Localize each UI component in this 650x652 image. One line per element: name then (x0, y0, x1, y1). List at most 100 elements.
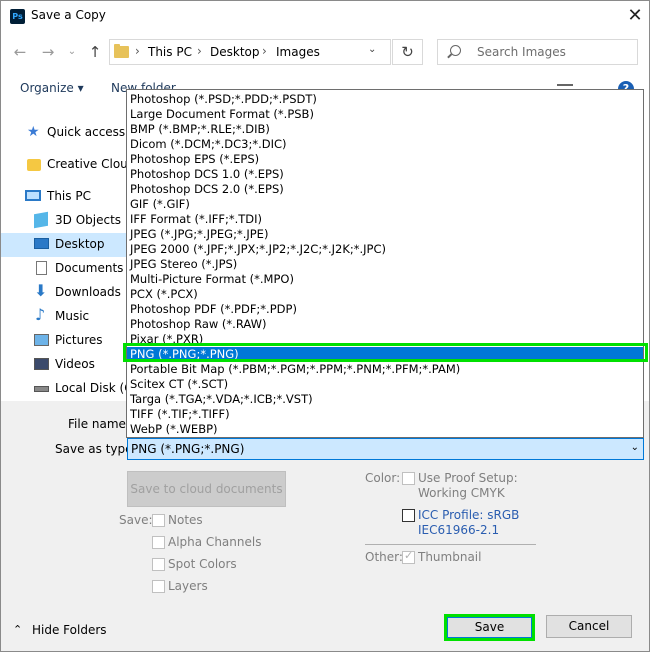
nav-item-3d-objects[interactable]: 3D Objects (1, 209, 126, 233)
search-input[interactable]: Search Images (477, 45, 566, 59)
nav-item-videos[interactable]: Videos (1, 353, 126, 377)
file-type-option[interactable]: BMP (*.BMP;*.RLE;*.DIB) (127, 122, 643, 137)
nav-item-documents[interactable]: Documents (1, 257, 126, 281)
breadcrumb-this-pc[interactable]: This PC (148, 45, 192, 59)
breadcrumb-desktop[interactable]: Desktop (210, 45, 260, 59)
breadcrumb-chevron-icon[interactable]: › (262, 44, 267, 58)
icc-profile-label: ICC Profile: sRGB (418, 508, 520, 522)
file-type-option[interactable]: Large Document Format (*.PSB) (127, 107, 643, 122)
creative-cloud-icon (27, 159, 41, 171)
cancel-button[interactable]: Cancel (546, 615, 632, 638)
nav-item-label: Desktop (55, 237, 105, 251)
hide-folders-button[interactable]: Hide Folders (32, 623, 107, 637)
music-icon: ♪ (35, 305, 46, 324)
nav-item-downloads[interactable]: ⬇ Downloads (1, 281, 126, 305)
spot-colors-label: Spot Colors (168, 557, 237, 571)
nav-item-label: Local Disk (C: (55, 381, 137, 395)
forward-arrow-icon[interactable]: → (39, 43, 57, 61)
window-title: Save a Copy (31, 8, 106, 22)
organize-button[interactable]: Organize ▾ (20, 81, 84, 95)
alpha-channels-checkbox[interactable] (152, 536, 165, 549)
nav-item-label: Downloads (55, 285, 121, 299)
chevron-up-icon[interactable]: ⌃ (13, 623, 22, 636)
photoshop-app-icon: Ps (10, 9, 25, 24)
download-icon: ⬇ (34, 281, 48, 300)
close-icon[interactable]: ✕ (625, 4, 645, 28)
nav-item-music[interactable]: ♪ Music (1, 305, 126, 329)
file-type-option[interactable]: Photoshop (*.PSD;*.PDD;*.PSDT) (127, 92, 643, 107)
back-arrow-icon[interactable]: ← (11, 43, 29, 61)
layers-checkbox[interactable] (152, 580, 165, 593)
file-type-option[interactable]: TIFF (*.TIF;*.TIFF) (127, 407, 643, 422)
use-proof-setup-label: Use Proof Setup: (418, 471, 518, 485)
computer-icon (25, 190, 41, 201)
working-cmyk-label: Working CMYK (418, 486, 505, 500)
icc-profile-value: IEC61966-2.1 (418, 523, 500, 537)
file-type-option[interactable]: Scitex CT (*.SCT) (127, 377, 643, 392)
drive-icon (34, 386, 49, 392)
nav-item-label: Documents (55, 261, 124, 275)
file-type-option[interactable]: GIF (*.GIF) (127, 197, 643, 212)
nav-item-desktop[interactable]: Desktop (1, 233, 126, 257)
cube-icon (34, 211, 48, 229)
breadcrumb-images[interactable]: Images (276, 45, 320, 59)
nav-item-label: 3D Objects (55, 213, 122, 227)
layers-label: Layers (168, 579, 208, 593)
spot-colors-checkbox[interactable] (152, 558, 165, 571)
save-to-cloud-button[interactable]: Save to cloud documents (127, 471, 286, 507)
up-arrow-icon[interactable]: ↑ (86, 43, 104, 61)
thumbnail-checkbox[interactable] (402, 549, 415, 564)
file-type-option[interactable]: JPEG (*.JPG;*.JPEG;*.JPE) (127, 227, 643, 242)
nav-item-label: Pictures (55, 333, 103, 347)
file-name-label: File name: (68, 417, 130, 431)
notes-checkbox[interactable] (152, 514, 165, 527)
address-bar[interactable]: › This PC › Desktop › Images ⌄ (109, 39, 391, 65)
nav-item-label: Creative Cloud (47, 157, 136, 171)
breadcrumb-chevron-icon[interactable]: › (135, 44, 140, 58)
file-type-option[interactable]: Photoshop EPS (*.EPS) (127, 152, 643, 167)
save-as-type-select[interactable]: PNG (*.PNG;*.PNG) ⌄ (127, 438, 644, 460)
nav-item-quick-access[interactable]: ★ Quick access (1, 121, 126, 145)
file-type-option[interactable]: PCX (*.PCX) (127, 287, 643, 302)
nav-item-pictures[interactable]: Pictures (1, 329, 126, 353)
video-icon (34, 358, 49, 370)
selected-option-highlight (123, 343, 648, 362)
nav-item-creative-cloud[interactable]: Creative Cloud (1, 153, 135, 177)
file-type-option[interactable]: JPEG 2000 (*.JPF;*.JPX;*.JP2;*.J2C;*.J2K… (127, 242, 643, 257)
file-type-option[interactable]: Photoshop DCS 2.0 (*.EPS) (127, 182, 643, 197)
alpha-channels-label: Alpha Channels (168, 535, 262, 549)
folder-icon (114, 44, 129, 58)
refresh-icon[interactable]: ↻ (392, 39, 423, 65)
nav-item-this-pc[interactable]: This PC (1, 185, 126, 209)
search-icon (450, 45, 461, 56)
file-type-option[interactable]: Photoshop DCS 1.0 (*.EPS) (127, 167, 643, 182)
navigation-pane: ★ Quick access Creative Cloud This PC 3D… (1, 104, 137, 401)
file-type-option[interactable]: Multi-Picture Format (*.MPO) (127, 272, 643, 287)
file-type-option[interactable]: Portable Bit Map (*.PBM;*.PGM;*.PPM;*.PN… (127, 362, 643, 377)
notes-label: Notes (168, 513, 203, 527)
file-type-option[interactable]: JPEG Stereo (*.JPS) (127, 257, 643, 272)
title-bar: Ps Save a Copy ✕ (1, 1, 649, 32)
nav-item-local-disk[interactable]: Local Disk (C: (1, 377, 137, 401)
file-type-option[interactable]: Photoshop Raw (*.RAW) (127, 317, 643, 332)
nav-item-label: Music (55, 309, 90, 323)
recent-locations-chevron-icon[interactable]: ⌄ (63, 43, 81, 61)
save-as-type-value: PNG (*.PNG;*.PNG) (131, 442, 245, 456)
address-dropdown-icon[interactable]: ⌄ (368, 44, 376, 55)
save-button-highlight (444, 614, 535, 641)
search-box[interactable]: Search Images (437, 39, 638, 65)
file-type-dropdown-list[interactable]: Photoshop (*.PSD;*.PDD;*.PSDT) Large Doc… (126, 89, 644, 438)
breadcrumb-chevron-icon[interactable]: › (197, 44, 202, 58)
file-type-option[interactable]: IFF Format (*.IFF;*.TDI) (127, 212, 643, 227)
file-type-option[interactable]: Dicom (*.DCM;*.DC3;*.DIC) (127, 137, 643, 152)
options-divider (365, 544, 536, 545)
document-icon (36, 261, 47, 275)
other-label: Other: (365, 550, 403, 564)
use-proof-setup-checkbox[interactable] (402, 472, 415, 485)
nav-item-label: Quick access (47, 125, 126, 139)
file-type-option[interactable]: Targa (*.TGA;*.VDA;*.ICB;*.VST) (127, 392, 643, 407)
file-type-option[interactable]: WebP (*.WEBP) (127, 422, 643, 437)
file-type-option[interactable]: Photoshop PDF (*.PDF;*.PDP) (127, 302, 643, 317)
icc-profile-checkbox[interactable] (402, 509, 415, 522)
desktop-icon (34, 238, 49, 249)
